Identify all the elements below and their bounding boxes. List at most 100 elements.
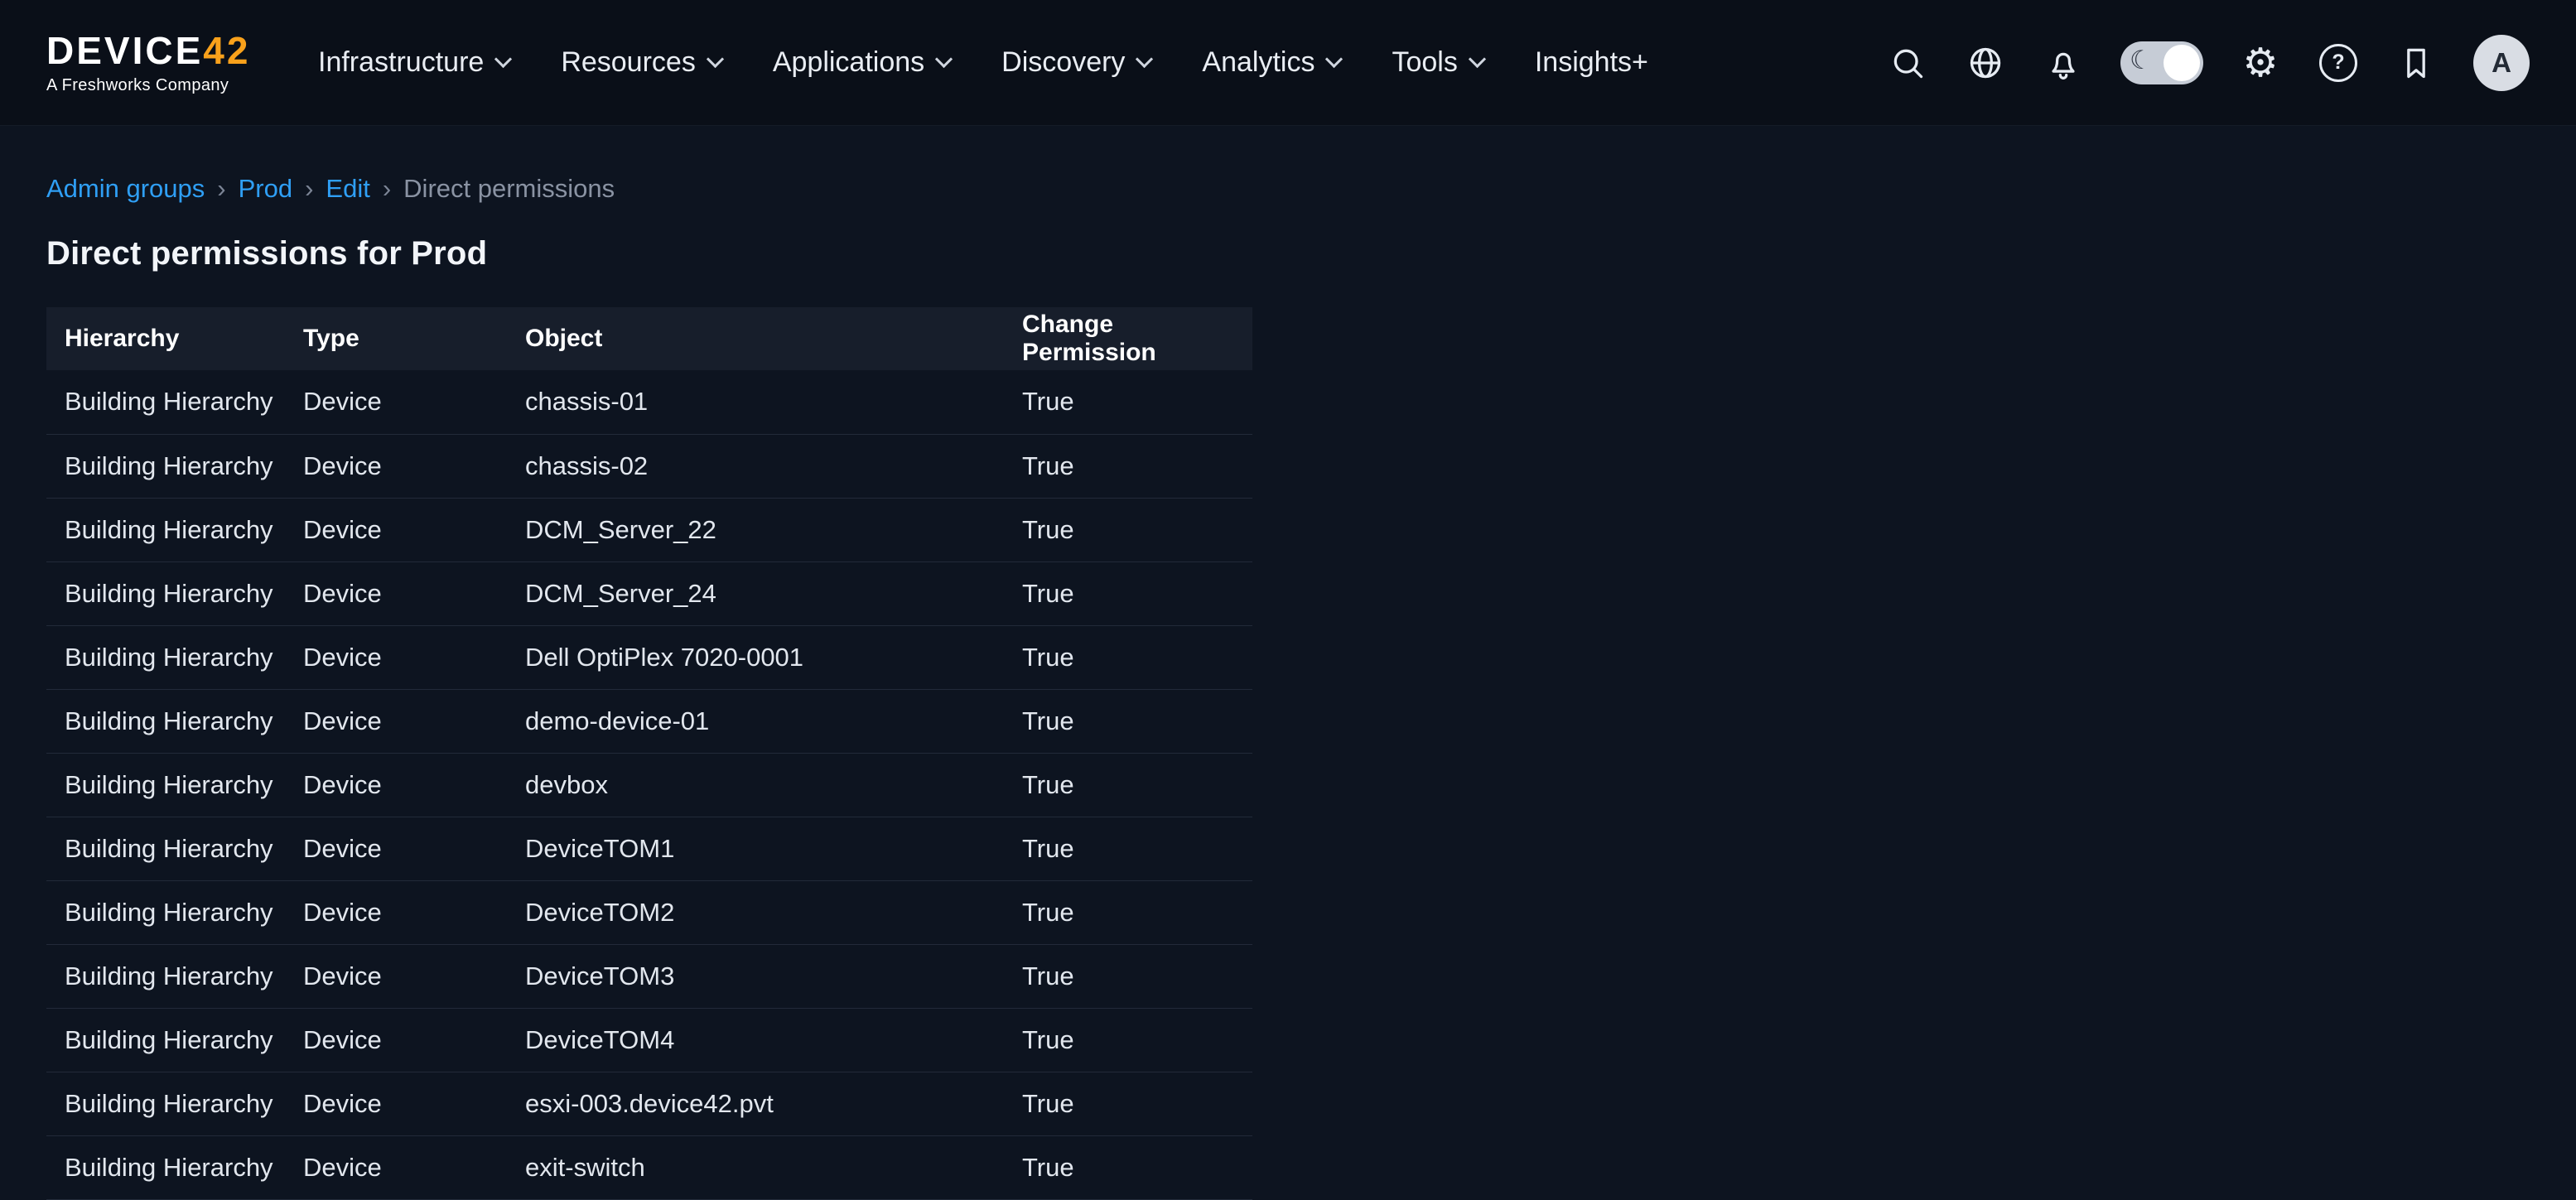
breadcrumb-item-prod[interactable]: Prod: [239, 174, 292, 204]
table-cell: Device: [285, 944, 507, 1008]
column-header-change-permission: Change Permission: [1004, 307, 1252, 370]
nav-item-label: Insights+: [1535, 46, 1648, 79]
table-cell: Device: [285, 561, 507, 625]
chevron-down-icon: [935, 51, 953, 68]
table-cell: DeviceTOM2: [507, 880, 1004, 944]
globe-icon: [1967, 45, 2004, 81]
table-row: Building HierarchyDeviceDeviceTOM2True: [46, 880, 1252, 944]
table-cell: True: [1004, 625, 1252, 689]
table-cell: Building Hierarchy: [46, 498, 285, 561]
nav-item-label: Analytics: [1202, 46, 1315, 79]
nav-item-label: Tools: [1392, 46, 1457, 79]
table-cell: Device: [285, 753, 507, 817]
table-row: Building HierarchyDeviceDCM_Server_22Tru…: [46, 498, 1252, 561]
table-cell: True: [1004, 817, 1252, 880]
notifications-button[interactable]: [2043, 42, 2084, 84]
nav-item-insights[interactable]: Insights+: [1535, 46, 1648, 79]
table-row: Building HierarchyDevicechassis-02True: [46, 434, 1252, 498]
table-cell: chassis-01: [507, 370, 1004, 434]
chevron-down-icon: [1469, 51, 1486, 68]
table-cell: Device: [285, 817, 507, 880]
top-navigation-bar: DEVICE42 A Freshworks Company Infrastruc…: [0, 0, 2576, 126]
bookmark-icon: [2398, 45, 2434, 81]
table-cell: DCM_Server_22: [507, 498, 1004, 561]
column-header-object: Object: [507, 307, 1004, 370]
nav-item-label: Infrastructure: [318, 46, 484, 79]
help-button[interactable]: ?: [2318, 42, 2359, 84]
nav-item-infrastructure[interactable]: Infrastructure: [318, 46, 509, 79]
table-cell: True: [1004, 434, 1252, 498]
settings-button[interactable]: ⚙: [2240, 42, 2281, 84]
nav-item-resources[interactable]: Resources: [561, 46, 721, 79]
table-cell: Building Hierarchy: [46, 944, 285, 1008]
table-cell: True: [1004, 689, 1252, 753]
logo-tagline: A Freshworks Company: [46, 77, 270, 94]
table-row: Building HierarchyDevicedevboxTrue: [46, 753, 1252, 817]
table-cell: Device: [285, 434, 507, 498]
nav-item-discovery[interactable]: Discovery: [1001, 46, 1151, 79]
table-row: Building HierarchyDeviceDCM_Server_24Tru…: [46, 561, 1252, 625]
table-cell: Device: [285, 689, 507, 753]
table-cell: True: [1004, 880, 1252, 944]
topbar-actions: ☾ ⚙ ? A: [1887, 35, 2530, 91]
table-cell: DeviceTOM3: [507, 944, 1004, 1008]
breadcrumb-item-direct-permissions: Direct permissions: [403, 174, 615, 204]
table-cell: True: [1004, 498, 1252, 561]
nav-item-analytics[interactable]: Analytics: [1202, 46, 1340, 79]
table-cell: Building Hierarchy: [46, 689, 285, 753]
table-cell: Building Hierarchy: [46, 1072, 285, 1135]
toggle-knob: [2164, 45, 2200, 81]
table-cell: True: [1004, 1135, 1252, 1199]
table-cell: Device: [285, 1135, 507, 1199]
breadcrumb-separator: ›: [383, 174, 391, 204]
column-header-hierarchy: Hierarchy: [46, 307, 285, 370]
table-cell: Building Hierarchy: [46, 434, 285, 498]
table-cell: DCM_Server_24: [507, 561, 1004, 625]
table-row: Building HierarchyDeviceDeviceTOM4True: [46, 1008, 1252, 1072]
table-cell: True: [1004, 370, 1252, 434]
page-title: Direct permissions for Prod: [46, 235, 2576, 272]
breadcrumb-item-edit[interactable]: Edit: [326, 174, 369, 204]
table-cell: DeviceTOM4: [507, 1008, 1004, 1072]
table-cell: Building Hierarchy: [46, 370, 285, 434]
chevron-down-icon: [1325, 51, 1343, 68]
table-row: Building HierarchyDeviceDeviceTOM3True: [46, 944, 1252, 1008]
table-row: Building HierarchyDevicedemo-device-01Tr…: [46, 689, 1252, 753]
table-row: Building HierarchyDeviceexit-switchTrue: [46, 1135, 1252, 1199]
table-cell: True: [1004, 944, 1252, 1008]
logo-accent-number: 42: [203, 29, 250, 72]
nav-item-applications[interactable]: Applications: [773, 46, 950, 79]
bookmark-button[interactable]: [2395, 42, 2437, 84]
table-row: Building HierarchyDeviceDell OptiPlex 70…: [46, 625, 1252, 689]
permissions-table: HierarchyTypeObjectChange Permission Bui…: [46, 307, 1252, 1200]
primary-nav: Infrastructure Resources Applications Disco…: [318, 46, 1648, 79]
table-cell: chassis-02: [507, 434, 1004, 498]
device42-logo[interactable]: DEVICE42 A Freshworks Company: [46, 31, 270, 94]
breadcrumb-item-admin-groups[interactable]: Admin groups: [46, 174, 205, 204]
table-cell: Device: [285, 498, 507, 561]
moon-icon: ☾: [2130, 48, 2153, 74]
table-body: Building HierarchyDevicechassis-01TrueBu…: [46, 370, 1252, 1199]
table-cell: True: [1004, 561, 1252, 625]
table-cell: exit-switch: [507, 1135, 1004, 1199]
table-cell: True: [1004, 1008, 1252, 1072]
table-cell: Building Hierarchy: [46, 753, 285, 817]
dark-mode-toggle[interactable]: ☾: [2120, 41, 2203, 84]
nav-item-tools[interactable]: Tools: [1392, 46, 1483, 79]
gear-icon: ⚙: [2242, 43, 2278, 83]
table-cell: Building Hierarchy: [46, 561, 285, 625]
search-button[interactable]: [1887, 42, 1928, 84]
nav-item-label: Resources: [561, 46, 696, 79]
language-button[interactable]: [1965, 42, 2006, 84]
notifications-icon: [2045, 45, 2082, 81]
table-row: Building HierarchyDeviceesxi-003.device4…: [46, 1072, 1252, 1135]
table-cell: Device: [285, 370, 507, 434]
table-cell: Building Hierarchy: [46, 625, 285, 689]
table-cell: devbox: [507, 753, 1004, 817]
table-cell: Device: [285, 1072, 507, 1135]
column-header-type: Type: [285, 307, 507, 370]
table-cell: Building Hierarchy: [46, 1008, 285, 1072]
help-icon: ?: [2319, 44, 2357, 82]
user-avatar[interactable]: A: [2473, 35, 2530, 91]
table-row: Building HierarchyDeviceDeviceTOM1True: [46, 817, 1252, 880]
